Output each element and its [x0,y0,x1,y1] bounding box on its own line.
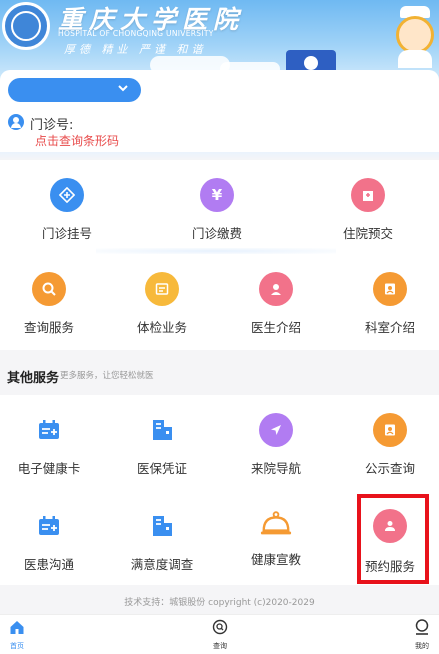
service-inpatient-prepay[interactable]: 住院预交 [313,178,423,242]
home-icon [0,619,47,639]
tab-label: 我的 [415,642,429,650]
service-label: 健康宣教 [250,552,301,567]
notice-icon [373,413,407,447]
tab-home[interactable]: 首页 [0,619,47,651]
service-label: 门诊挂号 [41,226,92,241]
service-outpatient-registration[interactable]: 门诊挂号 [12,178,122,242]
service-label: 医生介绍 [250,320,301,335]
other-services-subtitle: 更多服务，让您轻松就医 [60,371,154,381]
service-health-education[interactable]: 健康宣教 [221,507,331,568]
service-outpatient-payment[interactable]: ¥ 门诊缴费 [162,178,272,242]
service-label: 医患沟通 [23,557,74,572]
service-label: 查询服务 [23,320,74,335]
yen-icon: ¥ [200,178,234,212]
main-services: 门诊挂号 ¥ 门诊缴费 住院预交 查询服务 体检业务 医生介绍 科室介绍 [0,160,439,350]
tab-label: 查询 [213,642,227,650]
insurance-icon [145,413,179,447]
search-icon [32,272,66,306]
checkup-icon [145,272,179,306]
tab-label: 首页 [10,642,24,650]
hospital-name-en: HOSPITAL OF CHONGQING UNIVERSITY [58,29,214,38]
service-label: 公示查询 [364,461,415,476]
hospital-logo [2,2,50,50]
bottom-tabbar: 首页 查询 我的 [0,614,439,654]
other-services-title: 其他服务 [7,371,60,386]
doctor-icon [259,272,293,306]
chevron-down-icon [117,82,129,97]
patient-card: 门诊号: 点击查询条形码 [0,70,439,160]
service-navigation[interactable]: 来院导航 [221,413,331,477]
profile-icon [392,619,439,639]
section-glow [96,248,336,254]
service-satisfaction-survey[interactable]: 满意度调查 [107,509,217,573]
plus-icon [50,178,84,212]
service-query[interactable]: 查询服务 [0,272,104,336]
tech-support-note: 技术支持：城银股份 copyright (c)2020-2029 [124,598,315,608]
highlight-box [357,494,429,584]
patient-selector[interactable] [8,78,141,102]
service-doctor-patient-communication[interactable]: 医患沟通 [0,509,104,573]
hospital-icon [351,178,385,212]
service-label: 体检业务 [136,320,187,335]
department-icon [373,272,407,306]
search-icon [190,619,250,639]
education-icon [259,507,293,541]
card-divider [0,152,439,160]
survey-icon [145,509,179,543]
barcode-query-link[interactable]: 点击查询条形码 [35,132,119,149]
service-label: 满意度调查 [130,557,194,572]
tab-mine[interactable]: 我的 [392,619,439,651]
service-label: 医保凭证 [136,461,187,476]
service-label: 科室介绍 [364,320,415,335]
clinic-number-label: 门诊号: [30,118,74,133]
communication-icon [32,509,66,543]
service-label: 住院预交 [342,226,393,241]
nurse-mascot [392,6,438,68]
service-department-intro[interactable]: 科室介绍 [335,272,439,336]
header-banner: 重庆大学医院 HOSPITAL OF CHONGQING UNIVERSITY … [0,0,439,80]
service-label: 门诊缴费 [191,226,242,241]
service-checkup[interactable]: 体检业务 [107,272,217,336]
service-health-card[interactable]: 电子健康卡 [0,413,104,477]
service-label: 电子健康卡 [17,461,81,476]
navigation-icon [259,413,293,447]
hospital-motto: 厚德 精业 严谨 和谐 [64,43,207,56]
tab-query[interactable]: 查询 [190,619,250,651]
service-label: 来院导航 [250,461,301,476]
service-public-notice[interactable]: 公示查询 [335,413,439,477]
service-insurance-voucher[interactable]: 医保凭证 [107,413,217,477]
service-doctor-intro[interactable]: 医生介绍 [221,272,331,336]
user-icon [8,114,24,130]
health-card-icon [32,413,66,447]
